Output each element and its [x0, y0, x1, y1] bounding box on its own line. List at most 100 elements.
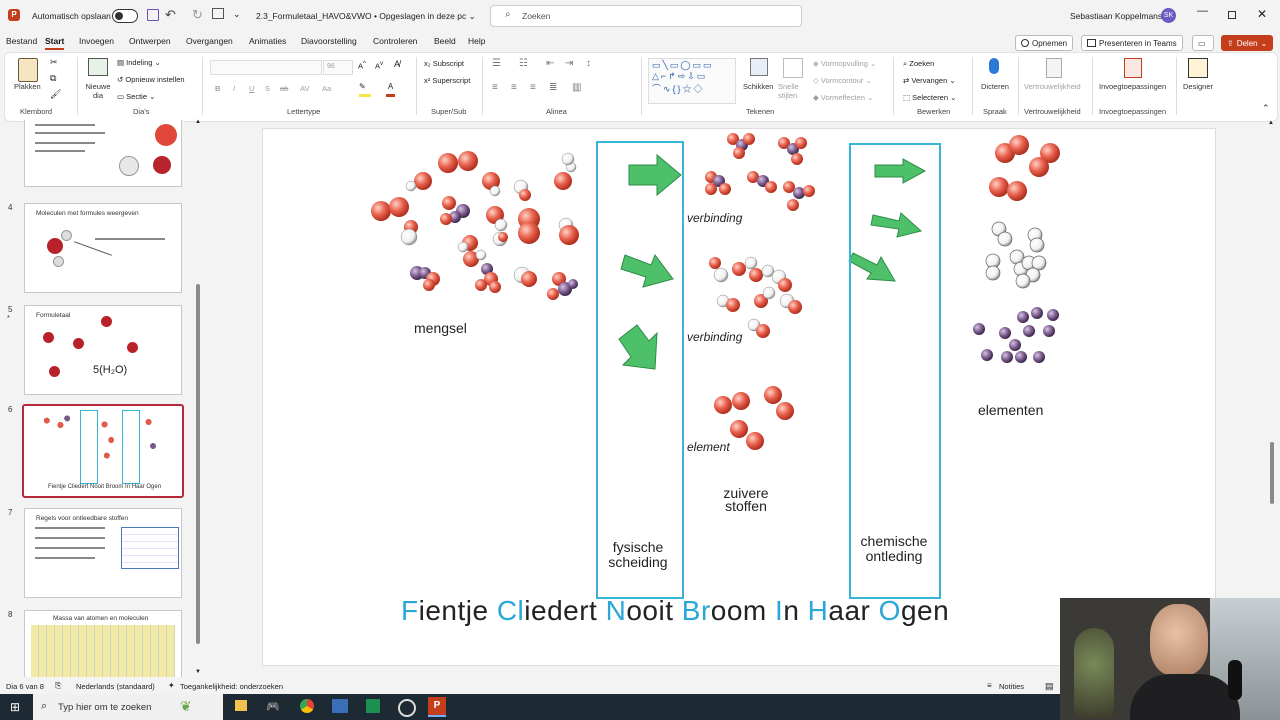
arrange-button[interactable]: Schikken: [743, 82, 773, 91]
microphone-icon[interactable]: [989, 58, 999, 74]
scroll-down-icon[interactable]: ▼: [195, 669, 201, 675]
plant-widget-icon[interactable]: ❦: [180, 698, 192, 715]
accessibility-icon[interactable]: ✦: [168, 681, 175, 690]
file-explorer-icon[interactable]: [235, 700, 247, 711]
font-family-select[interactable]: [210, 60, 322, 75]
share-button[interactable]: ⇪ Delen ⌄: [1221, 35, 1274, 51]
numbering-icon[interactable]: ☷: [519, 58, 528, 69]
align-right-icon[interactable]: ≡: [530, 82, 536, 93]
slide-thumbnail-8[interactable]: Massa van atomen en moleculen: [24, 610, 182, 677]
quick-styles-icon[interactable]: [783, 58, 803, 78]
italic-icon[interactable]: I: [233, 84, 235, 93]
shape-effects-button[interactable]: ◆ Vormeffecten ⌄: [813, 93, 873, 102]
mixture-label[interactable]: mengsel: [414, 320, 467, 336]
qat-more-icon[interactable]: ⌄: [233, 9, 241, 20]
elements-label[interactable]: elementen: [978, 402, 1043, 418]
sensitivity-icon[interactable]: [1046, 58, 1062, 78]
redo-icon[interactable]: ↻: [192, 7, 203, 23]
present-teams-button[interactable]: Presenteren in Teams: [1081, 35, 1183, 51]
replace-button[interactable]: ⇄ Vervangen ⌄: [903, 76, 956, 85]
user-name[interactable]: Sebastiaan Koppelmans: [1070, 11, 1162, 21]
slide-thumbnail-7[interactable]: Regels voor ontleedbare stoffen: [24, 508, 182, 598]
new-slide-button[interactable]: Nieuwe dia: [83, 82, 113, 100]
powerpoint-taskbar-icon[interactable]: P: [428, 697, 446, 717]
obs-icon[interactable]: [398, 699, 416, 717]
section-button[interactable]: ▭ Sectie ⌄: [117, 92, 155, 101]
subscript-button[interactable]: x₂ Subscript: [424, 59, 464, 68]
minimize-icon[interactable]: —: [1197, 5, 1208, 17]
slide-thumbnail-4[interactable]: Moleculen met formules weergeven: [24, 203, 182, 293]
strikethrough-icon[interactable]: ab: [280, 84, 288, 93]
scrollbar-thumb[interactable]: [196, 284, 200, 644]
bullets-icon[interactable]: ☰: [492, 58, 501, 69]
addins-icon[interactable]: [1124, 58, 1142, 78]
shape-fill-button[interactable]: ◈ Vormopvulling ⌄: [813, 59, 876, 68]
arrange-icon[interactable]: [750, 58, 768, 76]
tab-ontwerpen[interactable]: Ontwerpen: [129, 36, 171, 46]
compound-label-1[interactable]: verbinding: [687, 211, 742, 225]
record-button[interactable]: Opnemen: [1015, 35, 1074, 51]
justify-icon[interactable]: ≣: [549, 82, 557, 93]
slide-scrollbar[interactable]: ▲: [1268, 120, 1276, 668]
undo-icon[interactable]: ↶: [165, 7, 176, 23]
avatar[interactable]: SK: [1161, 8, 1176, 23]
normal-view-icon[interactable]: ▤: [1045, 681, 1054, 692]
mnemonic-text[interactable]: Fientje Cliedert Nooit Broom In Haar Oge…: [401, 595, 949, 627]
slide-canvas[interactable]: mengsel verbinding verbinding element zu…: [262, 128, 1216, 666]
physical-separation-box[interactable]: [596, 141, 684, 599]
font-grow-icon[interactable]: A^: [358, 60, 366, 71]
underline-icon[interactable]: U: [249, 84, 254, 93]
chemical-decomposition-box[interactable]: [849, 143, 941, 599]
find-button[interactable]: ⌕ Zoeken: [903, 59, 934, 69]
clipboard-icon[interactable]: [18, 58, 38, 82]
tab-diavoorstelling[interactable]: Diavoorstelling: [301, 36, 357, 46]
new-slide-icon[interactable]: [88, 58, 108, 76]
search-box[interactable]: ⌕ Zoeken: [490, 5, 802, 27]
chrome-icon[interactable]: [300, 699, 314, 713]
document-title[interactable]: 2.3_Formuletaal_HAVO&VWO • Opgeslagen in…: [256, 11, 476, 22]
chemical-decomposition-label[interactable]: chemische ontleding: [849, 534, 939, 564]
tab-beeld[interactable]: Beeld: [434, 36, 456, 46]
slide-thumbnail-5[interactable]: Formuletaal 5(H₂O): [24, 305, 182, 395]
scroll-up-icon[interactable]: ▲: [195, 119, 201, 125]
sensitivity-button[interactable]: Vertrouwelijkheid: [1024, 82, 1081, 91]
shadow-icon[interactable]: S: [265, 84, 270, 93]
spellcheck-icon[interactable]: ⎘: [55, 681, 61, 691]
paste-button[interactable]: Plakken: [14, 82, 41, 91]
designer-icon[interactable]: [1188, 58, 1208, 78]
physical-separation-label[interactable]: fysische scheiding: [599, 540, 677, 570]
slide-thumbnail-6-selected[interactable]: Fientje Cliedert Nooit Broom In Haar Oge…: [22, 404, 184, 498]
save-icon[interactable]: [147, 9, 159, 21]
close-icon[interactable]: ✕: [1257, 7, 1267, 21]
comments-button[interactable]: ▭: [1192, 35, 1214, 51]
align-left-icon[interactable]: ≡: [492, 82, 498, 93]
font-size-select[interactable]: 96: [323, 60, 353, 75]
bold-icon[interactable]: B: [215, 84, 220, 93]
tab-invoegen[interactable]: Invoegen: [79, 36, 114, 46]
notes-button[interactable]: Notities: [999, 682, 1024, 691]
pure-substances-label[interactable]: zuivere stoffen: [711, 486, 781, 513]
spacing-icon[interactable]: AV: [300, 84, 309, 93]
line-spacing-icon[interactable]: ↕: [586, 58, 591, 69]
windows-start-icon[interactable]: ⊞: [10, 700, 20, 714]
format-painter-icon[interactable]: 🖌: [50, 89, 61, 100]
clear-format-icon[interactable]: A̸: [394, 59, 400, 69]
thumbnail-scrollbar[interactable]: ▲ ▼: [195, 119, 201, 675]
slide-counter[interactable]: Dia 6 van 8: [6, 682, 44, 691]
copy-icon[interactable]: ⧉: [50, 73, 56, 84]
collapse-ribbon-icon[interactable]: ⌃: [1262, 103, 1270, 114]
compound-label-2[interactable]: verbinding: [687, 330, 742, 344]
tab-start[interactable]: Start: [45, 36, 65, 50]
indent-increase-icon[interactable]: ⇥: [565, 58, 573, 69]
select-button[interactable]: ⬚ Selecteren ⌄: [903, 93, 956, 102]
dictate-button[interactable]: Dicteren: [981, 82, 1009, 91]
present-icon[interactable]: [212, 8, 224, 19]
tab-overgangen[interactable]: Overgangen: [186, 36, 233, 46]
layout-button[interactable]: ▤ Indeling ⌄: [117, 58, 161, 67]
game-controller-icon[interactable]: 🎮: [266, 700, 280, 713]
reset-button[interactable]: ↺ Opnieuw instellen: [117, 75, 185, 84]
taskbar-search[interactable]: ⌕ Typ hier om te zoeken: [33, 694, 223, 720]
notes-icon[interactable]: ≡: [987, 681, 992, 690]
restore-icon[interactable]: [1228, 11, 1236, 19]
tab-help[interactable]: Help: [468, 36, 485, 46]
